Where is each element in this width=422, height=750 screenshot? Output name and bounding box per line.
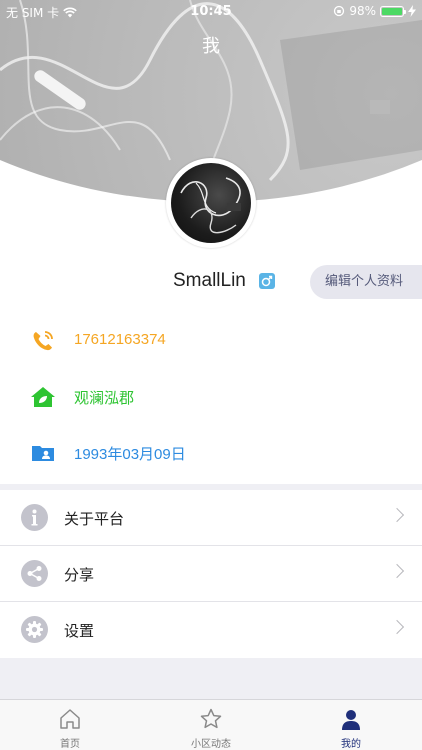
username: SmallLin: [173, 270, 246, 291]
tab-label: 小区动态: [191, 739, 231, 750]
id-card-icon: [32, 446, 54, 461]
tab-label: 我的: [341, 739, 361, 750]
battery-level: [382, 7, 402, 15]
tab-label: 首页: [60, 739, 80, 750]
tab-mine[interactable]: 我的: [281, 700, 421, 750]
menu-item-label: 关于平台: [64, 510, 125, 528]
status-bar: 无 SIM 卡 10:45 98%: [0, 0, 422, 24]
chevron-right-icon: [389, 507, 405, 523]
menu-item-label: 分享: [64, 566, 95, 584]
home-icon: [60, 709, 80, 729]
male-icon: [259, 273, 275, 289]
menu-item-settings[interactable]: 设置: [0, 602, 422, 658]
birthday: 1993年03月09日: [74, 446, 186, 463]
phone-number: 17612163374: [74, 331, 166, 348]
battery-icon: [380, 5, 406, 17]
info-icon: [21, 504, 48, 531]
rotation-lock-icon: [334, 5, 345, 17]
tab-home[interactable]: 首页: [0, 700, 140, 750]
tab-bar: 首页 小区动态 我的: [0, 699, 422, 750]
page-title: 我: [202, 36, 220, 57]
settings-menu: 关于平台 分享 设置: [0, 490, 422, 658]
gear-icon: [21, 616, 48, 643]
menu-item-label: 设置: [64, 622, 95, 640]
profile-screen: 无 SIM 卡 10:45 98% 我 SmallLin 17612163374…: [0, 0, 422, 750]
house-icon: [31, 387, 55, 407]
tab-community-news[interactable]: 小区动态: [141, 700, 281, 750]
share-icon: [21, 560, 48, 587]
avatar-image: [171, 163, 251, 243]
birthday-row: 1993年03月09日: [0, 438, 422, 468]
edit-profile-button[interactable]: 编辑个人资料: [310, 265, 422, 299]
charging-icon: [408, 5, 416, 17]
battery-percent: 98%: [349, 4, 376, 18]
menu-item-about[interactable]: 关于平台: [0, 490, 422, 546]
star-icon: [200, 708, 222, 729]
chevron-right-icon: [389, 619, 405, 635]
community-name: 观澜泓郡: [74, 390, 135, 407]
avatar[interactable]: [166, 158, 256, 248]
status-right: 98%: [333, 4, 416, 18]
person-icon: [342, 710, 360, 730]
community-row: 观澜泓郡: [0, 382, 422, 412]
phone-icon: [33, 331, 53, 351]
chevron-right-icon: [389, 563, 405, 579]
menu-item-share[interactable]: 分享: [0, 546, 422, 602]
phone-row: 17612163374: [0, 326, 422, 356]
